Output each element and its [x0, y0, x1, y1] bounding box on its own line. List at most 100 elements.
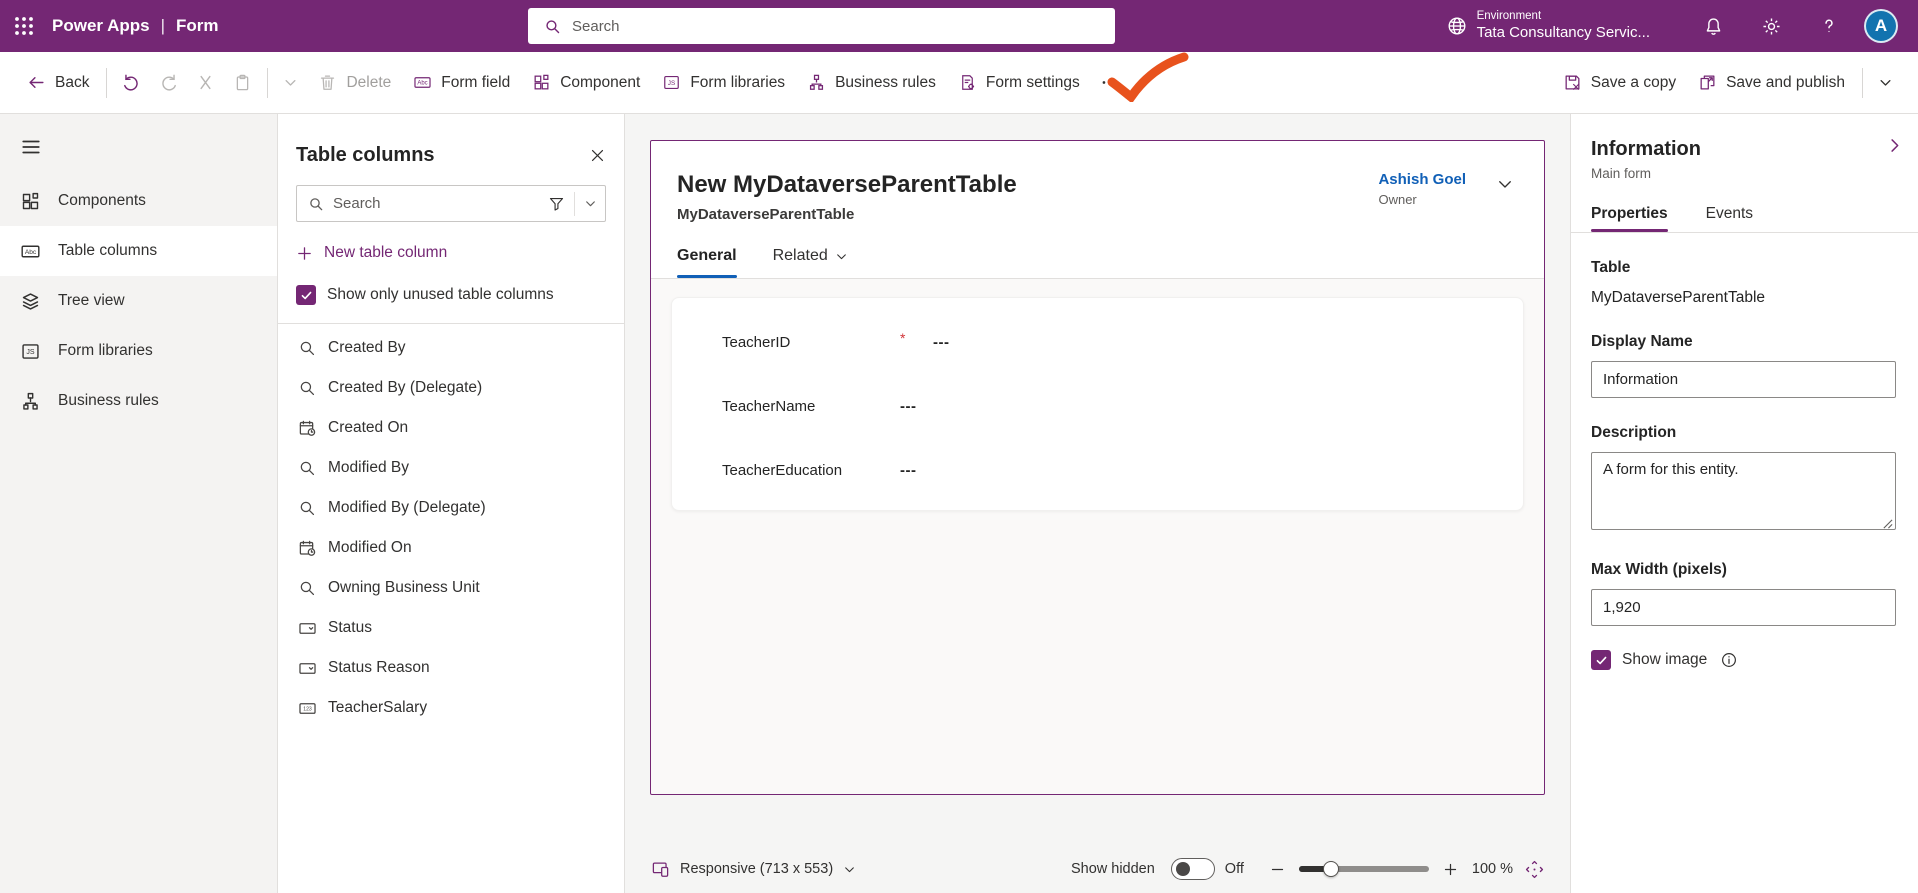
sidebar-item[interactable]: Abc Table columns [0, 226, 277, 276]
more-commands-button[interactable] [1091, 62, 1128, 104]
table-column-item[interactable]: Modified By [296, 448, 606, 488]
responsive-size-dropdown[interactable]: Responsive (713 x 553) [651, 860, 856, 879]
owner-link[interactable]: Ashish Goel [1378, 171, 1466, 188]
field-value: --- [900, 397, 917, 415]
description-textarea[interactable]: A form for this entity. [1591, 452, 1896, 530]
brand-separator: | [160, 16, 166, 35]
help-button[interactable] [1800, 0, 1858, 52]
business-rules-button[interactable]: Business rules [796, 62, 947, 104]
ellipsis-icon [1100, 73, 1119, 92]
tab-properties-label: Properties [1591, 205, 1668, 222]
global-search-input[interactable] [572, 17, 1115, 35]
plus-icon [296, 245, 313, 262]
responsive-devices-icon [651, 860, 670, 879]
app-launcher-waffle-icon[interactable] [0, 0, 48, 52]
table-column-item[interactable]: Modified By (Delegate) [296, 488, 606, 528]
checkbox-checked-icon[interactable] [296, 285, 316, 305]
columns-search-box[interactable] [296, 185, 606, 222]
responsive-size-label: Responsive (713 x 553) [680, 861, 834, 877]
global-search-box[interactable] [528, 8, 1115, 44]
table-column-item[interactable]: Owning Business Unit [296, 568, 606, 608]
designer-left-rail: Components Abc Table columns Tree view J… [0, 114, 278, 893]
collapse-rail-hamburger-icon[interactable] [20, 136, 42, 158]
delete-label: Delete [346, 73, 392, 91]
sidebar-item[interactable]: Tree view [0, 276, 277, 326]
divider [574, 191, 575, 216]
form-field-row[interactable]: TeacherName --- [722, 374, 1523, 438]
checkbox-checked-icon[interactable] [1591, 650, 1611, 670]
brand-power-apps[interactable]: Power Apps [52, 16, 150, 36]
form-field-button[interactable]: Abc Form field [402, 62, 521, 104]
delete-button[interactable]: Delete [307, 62, 402, 104]
table-column-label: Modified By [328, 459, 409, 476]
close-panel-icon[interactable] [589, 147, 606, 164]
resize-grip-icon[interactable] [1882, 518, 1893, 529]
sidebar-item[interactable]: Business rules [0, 376, 277, 426]
user-avatar[interactable]: A [1864, 9, 1898, 43]
undo-button[interactable] [113, 62, 150, 104]
save-a-copy-button[interactable]: Save a copy [1552, 62, 1687, 104]
fit-to-screen-icon[interactable] [1525, 860, 1544, 879]
cut-button[interactable] [187, 62, 224, 104]
table-column-item[interactable]: Status [296, 608, 606, 648]
environment-name: Tata Consultancy Servic... [1476, 23, 1650, 41]
datetime-icon [298, 419, 317, 438]
back-button[interactable]: Back [16, 62, 100, 104]
new-table-column-button[interactable]: New table column [296, 244, 606, 262]
sidebar-item-label: Tree view [58, 292, 125, 309]
divider [267, 67, 269, 98]
settings-button[interactable] [1742, 0, 1800, 52]
field-label: TeacherEducation [722, 461, 843, 479]
display-name-input[interactable] [1591, 361, 1896, 398]
info-icon[interactable] [1720, 651, 1738, 669]
collapse-panel-chevron-icon[interactable] [1885, 136, 1904, 155]
table-column-label: Created By (Delegate) [328, 379, 483, 396]
table-column-item[interactable]: Modified On [296, 528, 606, 568]
form-field-row[interactable]: TeacherEducation --- [722, 438, 1523, 502]
table-column-item[interactable]: Created By (Delegate) [296, 368, 606, 408]
form-field-row[interactable]: TeacherID * --- [722, 310, 1523, 374]
owner-field[interactable]: Ashish Goel Owner [1378, 171, 1466, 207]
tab-related[interactable]: Related [773, 247, 848, 278]
search-icon [544, 18, 561, 35]
redo-button[interactable] [150, 62, 187, 104]
form-preview-card[interactable]: New MyDataverseParentTable MyDataversePa… [650, 140, 1545, 795]
field-section-card[interactable]: TeacherID * --- TeacherName --- TeacherE… [671, 297, 1524, 511]
zoom-in-plus-icon[interactable] [1443, 862, 1458, 877]
zoom-slider[interactable] [1298, 860, 1429, 878]
table-column-item[interactable]: Created By [296, 328, 606, 368]
table-column-item[interactable]: 123 TeacherSalary [296, 688, 606, 728]
tab-properties[interactable]: Properties [1591, 205, 1668, 232]
save-and-publish-button[interactable]: Save and publish [1687, 62, 1856, 104]
max-width-input[interactable] [1591, 589, 1896, 626]
paste-button[interactable] [224, 62, 261, 104]
table-column-item[interactable]: Created On [296, 408, 606, 448]
table-columns-list: Created By Created By (Delegate) Created… [296, 328, 606, 728]
table-column-item[interactable]: Status Reason [296, 648, 606, 688]
save-split-chevron[interactable] [1869, 62, 1902, 104]
table-column-label: Status [328, 619, 372, 636]
filter-chevron-icon[interactable] [584, 197, 597, 210]
required-marker: * [900, 330, 906, 346]
show-unused-checkbox-row[interactable]: Show only unused table columns [296, 285, 606, 305]
clipboard-more-chevron[interactable] [274, 62, 307, 104]
sidebar-item[interactable]: JS Form libraries [0, 326, 277, 376]
tab-general[interactable]: General [677, 247, 737, 278]
form-libraries-button[interactable]: JS Form libraries [651, 62, 796, 104]
component-button[interactable]: Component [521, 62, 651, 104]
columns-search-input[interactable] [333, 195, 539, 212]
filter-funnel-icon[interactable] [548, 195, 565, 212]
sidebar-item[interactable]: Components [0, 176, 277, 226]
brand-page: Form [176, 16, 219, 35]
notifications-button[interactable] [1684, 0, 1742, 52]
environment-picker[interactable]: Environment Tata Consultancy Servic... [1446, 9, 1650, 42]
table-value: MyDataverseParentTable [1591, 289, 1766, 306]
show-hidden-toggle[interactable] [1170, 858, 1215, 880]
form-header-chevron-icon[interactable] [1496, 175, 1514, 193]
show-image-checkbox-row[interactable]: Show image [1591, 650, 1896, 670]
business-rules-label: Business rules [835, 73, 936, 91]
tab-events[interactable]: Events [1706, 205, 1753, 232]
slider-thumb[interactable] [1322, 861, 1339, 877]
zoom-out-minus-icon[interactable] [1270, 862, 1285, 877]
form-settings-button[interactable]: Form settings [947, 62, 1091, 104]
